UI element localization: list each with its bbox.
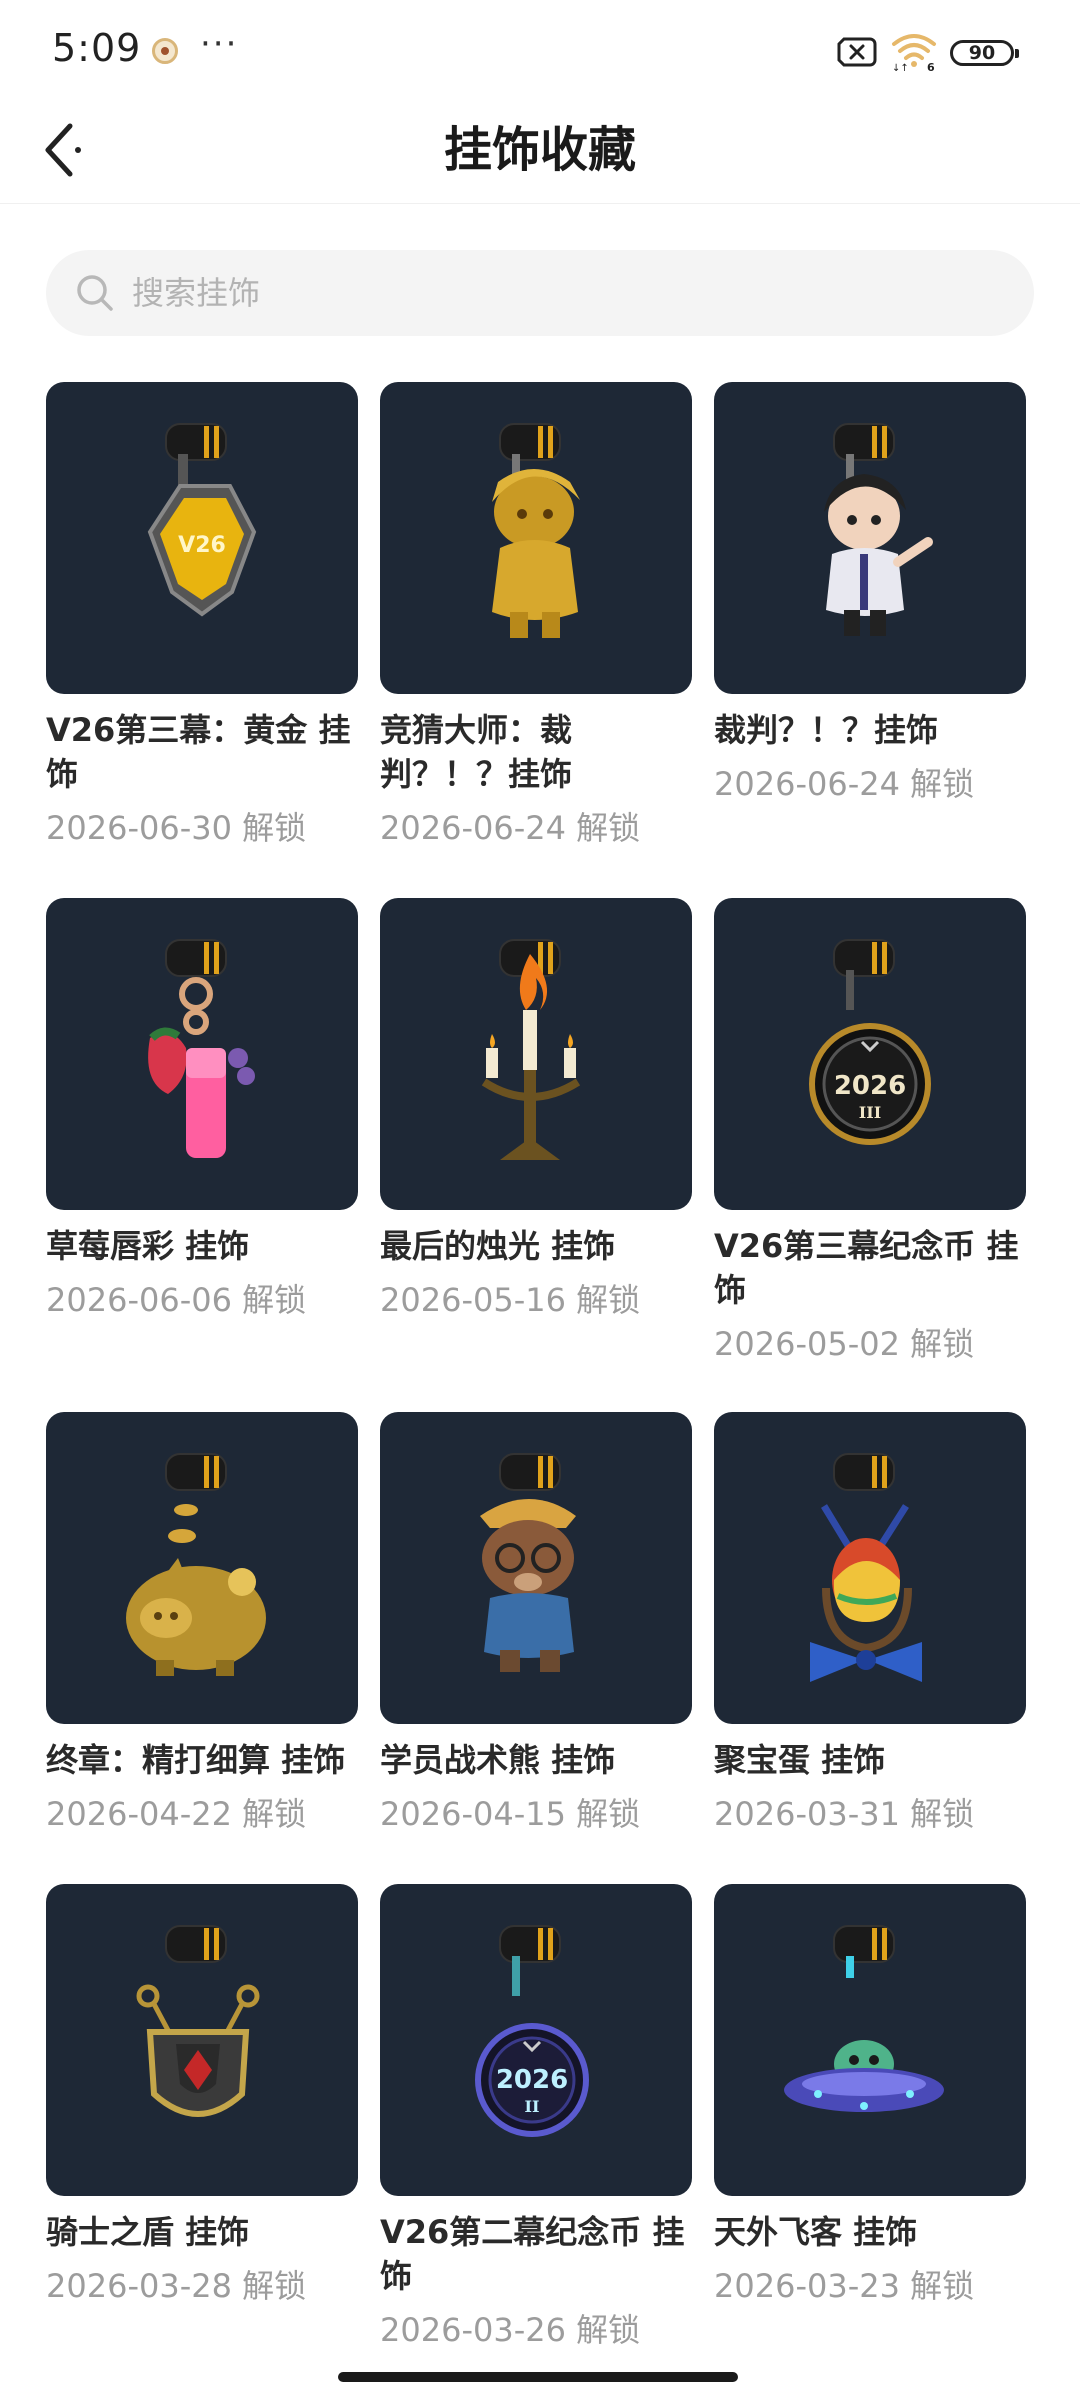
status-more: ···: [200, 24, 239, 64]
strawberry-lipgloss-art: [148, 939, 255, 1158]
pendant-card[interactable]: 竞猜大师：裁判？！？挂饰 2026-06-24 解锁: [380, 382, 692, 850]
pendant-unlock-date: 2026-06-24 解锁: [714, 765, 975, 803]
pendant-unlock-date: 2026-05-02 解锁: [714, 1325, 975, 1363]
ufo-art: [784, 1925, 944, 2112]
home-indicator[interactable]: [338, 2372, 738, 2382]
pendant-card[interactable]: 终章：精打细算 挂饰 2026-04-22 解锁: [46, 1412, 358, 1836]
svg-text:2026: 2026: [834, 1071, 906, 1101]
status-bar: 5:09 ··· 6 ↓↑ 90: [0, 0, 1080, 96]
pendant-thumbnail: [380, 382, 692, 694]
sim-off-icon: [837, 37, 877, 67]
coin-ii-art: 2026 II: [475, 1925, 589, 2137]
pendant-card[interactable]: V26 V26第三幕：黄金 挂饰 2026-06-30 解锁: [46, 382, 358, 850]
pendant-thumbnail: [46, 1412, 358, 1724]
pendant-thumbnail: 2026 II: [380, 1884, 692, 2196]
svg-text:V26: V26: [178, 533, 226, 558]
pendant-name: 最后的烛光 挂饰: [380, 1227, 616, 1265]
pendant-unlock-date: 2026-06-06 解锁: [46, 1281, 307, 1319]
pendant-thumbnail: [46, 1884, 358, 2196]
pendant-thumbnail: [380, 898, 692, 1210]
pendant-unlock-date: 2026-03-28 解锁: [46, 2267, 307, 2305]
svg-text:↓↑: ↓↑: [892, 63, 909, 72]
pendant-thumbnail: [714, 1412, 1026, 1724]
pendant-name: V26第三幕纪念币 挂饰: [714, 1227, 1019, 1309]
battery-indicator: 90: [950, 40, 1019, 66]
wifi-icon: 6 ↓↑: [892, 34, 936, 72]
pendant-card[interactable]: 2026 III V26第三幕纪念币 挂饰 2026-05-02 解锁: [714, 898, 1026, 1366]
tactical-bear-art: [480, 1453, 576, 1672]
referee-figure-art: [824, 423, 933, 636]
pendant-name: V26第二幕纪念币 挂饰: [380, 2213, 685, 2295]
gold-badge-art: V26: [147, 423, 257, 617]
battery-level: 90: [968, 42, 996, 64]
pendant-card[interactable]: 聚宝蛋 挂饰 2026-03-31 解锁: [714, 1412, 1026, 1836]
pendant-unlock-date: 2026-06-30 解锁: [46, 809, 307, 847]
pendant-thumbnail: V26: [46, 382, 358, 694]
pendant-name: 终章：精打细算 挂饰: [46, 1741, 346, 1779]
knight-shield-art: [136, 1925, 260, 2117]
page-title: 挂饰收藏: [443, 122, 636, 178]
status-time: 5:09: [52, 26, 142, 70]
gold-piggy-art: [126, 1453, 266, 1676]
pendant-thumbnail: [714, 1884, 1026, 2196]
pendant-unlock-date: 2026-03-23 解锁: [714, 2267, 975, 2305]
coin-iii-art: 2026 III: [809, 939, 931, 1145]
pendant-card[interactable]: 学员战术熊 挂饰 2026-04-15 解锁: [380, 1412, 692, 1836]
pendant-unlock-date: 2026-04-22 解锁: [46, 1795, 307, 1833]
svg-text:II: II: [525, 2097, 540, 2116]
pendant-name: 竞猜大师：裁判？！？挂饰: [380, 711, 573, 793]
candelabra-art: [481, 939, 581, 1160]
svg-text:6: 6: [927, 61, 935, 72]
pendant-name: 聚宝蛋 挂饰: [714, 1741, 886, 1779]
pendant-thumbnail: [714, 382, 1026, 694]
pendant-thumbnail: 2026 III: [714, 898, 1026, 1210]
gold-figure-art: [492, 423, 580, 638]
pendant-unlock-date: 2026-04-15 解锁: [380, 1795, 641, 1833]
pendant-name: V26第三幕：黄金 挂饰: [46, 711, 351, 793]
pendant-unlock-date: 2026-06-24 解锁: [380, 809, 641, 847]
pendant-unlock-date: 2026-03-31 解锁: [714, 1795, 975, 1833]
pendant-card[interactable]: 草莓唇彩 挂饰 2026-06-06 解锁: [46, 898, 358, 1322]
pendant-name: 学员战术熊 挂饰: [380, 1741, 616, 1779]
pendant-unlock-date: 2026-05-16 解锁: [380, 1281, 641, 1319]
nav-bar: 挂饰收藏: [0, 96, 1080, 204]
pendant-card[interactable]: 最后的烛光 挂饰 2026-05-16 解锁: [380, 898, 692, 1322]
search-bar[interactable]: [46, 250, 1034, 336]
pendant-thumbnail: [380, 1412, 692, 1724]
pendant-name: 骑士之盾 挂饰: [46, 2213, 250, 2251]
pendant-name: 天外飞客 挂饰: [714, 2213, 918, 2251]
svg-text:III: III: [859, 1103, 881, 1122]
app-notification-icon: [152, 38, 178, 64]
search-input[interactable]: [132, 250, 992, 336]
pendant-card[interactable]: 骑士之盾 挂饰 2026-03-28 解锁: [46, 1884, 358, 2308]
pendant-name: 草莓唇彩 挂饰: [46, 1227, 250, 1265]
pendant-thumbnail: [46, 898, 358, 1210]
pendant-unlock-date: 2026-03-26 解锁: [380, 2311, 641, 2349]
pendant-card[interactable]: 裁判？！？挂饰 2026-06-24 解锁: [714, 382, 1026, 806]
search-icon: [77, 275, 113, 311]
svg-text:2026: 2026: [496, 2065, 568, 2095]
pendant-card[interactable]: 2026 II V26第二幕纪念币 挂饰 2026-03-26 解锁: [380, 1884, 692, 2352]
pendant-name: 裁判？！？挂饰: [714, 711, 939, 749]
treasure-egg-art: [810, 1453, 922, 1682]
pendant-card[interactable]: 天外飞客 挂饰 2026-03-23 解锁: [714, 1884, 1026, 2308]
